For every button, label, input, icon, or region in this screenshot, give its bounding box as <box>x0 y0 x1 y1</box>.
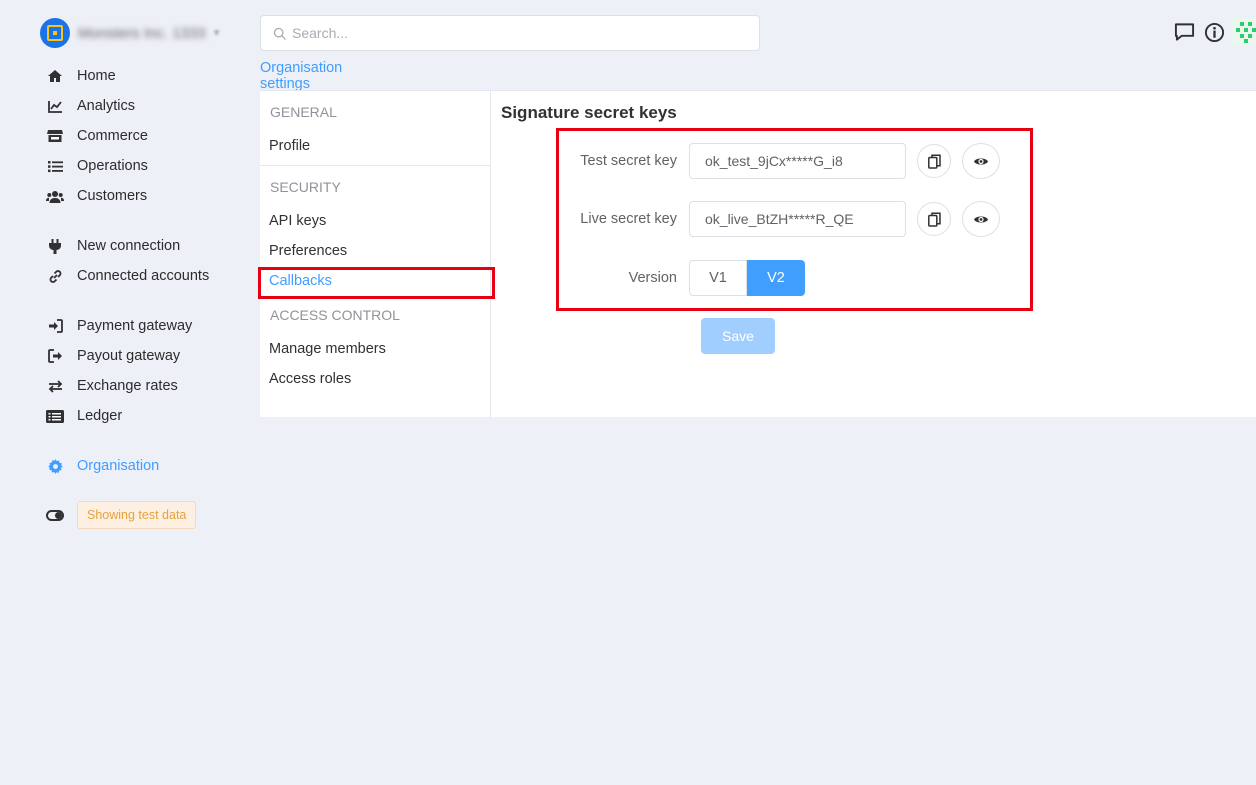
sidebar-item-label: New connection <box>77 238 181 254</box>
sidebar-nav-group: Organisation <box>46 451 159 481</box>
search-icon <box>273 27 286 40</box>
org-logo <box>40 18 70 48</box>
sidebar-item-operations[interactable]: Operations <box>46 151 148 181</box>
test-key-field[interactable] <box>689 143 906 179</box>
save-button[interactable]: Save <box>701 318 775 354</box>
settings-content: Signature secret keys Test secret key Li… <box>501 91 1256 354</box>
live-key-field[interactable] <box>689 201 906 237</box>
sidebar-item-label: Organisation <box>77 458 160 474</box>
subnav-item-access-roles[interactable]: Access roles <box>260 364 490 394</box>
sidebar-item-exchange-rates[interactable]: Exchange rates <box>46 371 192 401</box>
eye-icon <box>974 158 988 164</box>
reveal-live-key-button[interactable] <box>962 201 1000 237</box>
top-right-actions <box>1166 18 1256 46</box>
eye-icon <box>974 216 988 222</box>
version-row: Version V1 V2 <box>501 260 805 296</box>
sidebar: Monsters Inc. 1333 ▼ Home Analytics Commer… <box>0 0 240 785</box>
sidebar-item-label: Connected accounts <box>77 268 210 284</box>
sidebar-item-analytics[interactable]: Analytics <box>46 91 148 121</box>
chevron-down-icon: ▼ <box>211 27 222 39</box>
version-label: Version <box>628 270 677 286</box>
sign-in-icon <box>46 317 64 335</box>
avatar[interactable] <box>1232 18 1256 46</box>
sidebar-item-label: Exchange rates <box>77 378 178 394</box>
subnav-heading-security: SECURITY <box>270 179 341 195</box>
subnav-heading-general: GENERAL <box>270 104 337 120</box>
test-data-badge: Showing test data <box>77 501 197 529</box>
sidebar-item-label: Home <box>77 68 116 84</box>
org-switcher[interactable]: Monsters Inc. 1333 ▼ <box>40 17 221 49</box>
version-selector: V1 V2 <box>689 260 805 296</box>
subnav-item-preferences[interactable]: Preferences <box>260 236 490 266</box>
sidebar-item-label: Ledger <box>77 408 123 424</box>
settings-subnav: GENERAL Profile SECURITY API keys Prefer… <box>260 91 491 418</box>
subnav-divider <box>260 165 490 166</box>
reveal-test-key-button[interactable] <box>962 143 1000 179</box>
subnav-item-callbacks[interactable]: Callbacks <box>260 266 490 296</box>
store-icon <box>46 127 64 145</box>
toggle-icon[interactable] <box>46 509 64 521</box>
sign-out-icon <box>46 347 64 365</box>
test-key-label: Test secret key <box>580 153 677 169</box>
sidebar-nav-group: Home Analytics Commerce Operations Customers <box>46 61 148 211</box>
sidebar-item-ledger[interactable]: Ledger <box>46 401 192 431</box>
copy-icon <box>927 153 941 169</box>
home-icon <box>46 67 64 85</box>
copy-test-key-button[interactable] <box>917 144 951 178</box>
gear-icon <box>46 457 64 475</box>
sidebar-item-connected-accounts[interactable]: Connected accounts <box>46 261 209 291</box>
settings-card: GENERAL Profile SECURITY API keys Prefer… <box>260 90 1256 418</box>
ledger-icon <box>46 407 64 425</box>
live-key-row: Live secret key <box>501 201 1000 237</box>
chat-icon[interactable] <box>1172 20 1196 44</box>
sidebar-item-label: Payout gateway <box>77 348 181 364</box>
chart-line-icon <box>46 97 64 115</box>
sidebar-item-commerce[interactable]: Commerce <box>46 121 148 151</box>
info-icon[interactable] <box>1202 20 1226 44</box>
sidebar-item-organisation[interactable]: Organisation <box>46 451 159 481</box>
sidebar-nav-group: New connection Connected accounts <box>46 231 209 291</box>
search-input[interactable] <box>292 25 732 41</box>
version-option-v2[interactable]: V2 <box>747 260 805 296</box>
subnav-item-profile[interactable]: Profile <box>260 131 490 161</box>
copy-icon <box>927 211 941 227</box>
sidebar-nav-group: Payment gateway Payout gateway Exchange ra… <box>46 311 192 431</box>
sidebar-item-customers[interactable]: Customers <box>46 181 148 211</box>
sidebar-item-payout-gateway[interactable]: Payout gateway <box>46 341 192 371</box>
sidebar-item-label: Customers <box>77 188 148 204</box>
live-key-label: Live secret key <box>580 211 677 227</box>
exchange-icon <box>46 377 64 395</box>
sidebar-item-home[interactable]: Home <box>46 61 148 91</box>
org-name: Monsters Inc. 1333 <box>78 24 206 42</box>
plug-icon <box>46 237 64 255</box>
sidebar-item-label: Payment gateway <box>77 318 193 334</box>
version-option-v1[interactable]: V1 <box>689 260 747 296</box>
page-title: Signature secret keys <box>501 103 677 122</box>
test-key-row: Test secret key <box>501 143 1000 179</box>
subnav-item-api-keys[interactable]: API keys <box>260 206 490 236</box>
test-data-toggle[interactable]: Showing test data <box>46 501 197 529</box>
copy-live-key-button[interactable] <box>917 202 951 236</box>
sidebar-item-new-connection[interactable]: New connection <box>46 231 209 261</box>
search-box[interactable] <box>260 15 760 51</box>
link-icon <box>46 267 64 285</box>
list-icon <box>46 157 64 175</box>
users-icon <box>46 187 64 205</box>
sidebar-item-payment-gateway[interactable]: Payment gateway <box>46 311 192 341</box>
sidebar-item-label: Operations <box>77 158 148 174</box>
sidebar-item-label: Analytics <box>77 98 136 114</box>
subnav-item-manage-members[interactable]: Manage members <box>260 334 490 364</box>
subnav-heading-access-control: ACCESS CONTROL <box>270 307 400 323</box>
sidebar-item-label: Commerce <box>77 128 148 144</box>
